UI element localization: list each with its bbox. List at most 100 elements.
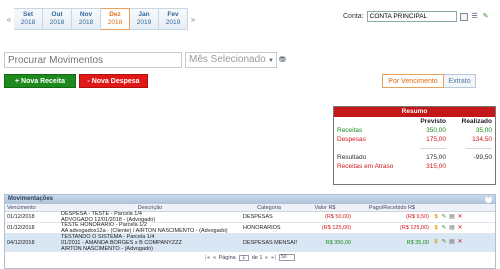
month-filter-select[interactable]: Mês Selecionado ▼ — [185, 52, 277, 68]
row-categoria: HONORÁRIOS — [243, 225, 281, 231]
pay-icon[interactable]: $ — [433, 225, 439, 232]
filter-icon[interactable]: ⛃ — [279, 55, 286, 64]
new-income-button[interactable]: + Nova Receita — [4, 74, 76, 88]
document-icon[interactable]: ▤ — [449, 225, 455, 232]
search-input[interactable] — [4, 52, 182, 68]
col-previsto: Previsto — [420, 118, 446, 125]
new-expense-button[interactable]: - Nova Despesa — [79, 74, 148, 88]
transactions-title: Movimentações ⌃ — [5, 195, 495, 204]
summary-row-resultado: Resultado 175,00 -99,50 — [334, 153, 495, 162]
account-select[interactable]: CONTA PRINCIPAL — [366, 11, 457, 22]
col-vencimento[interactable]: Vencimento — [5, 204, 59, 211]
month-name: Dez — [109, 11, 121, 18]
month-year: 2019 — [136, 19, 152, 26]
pencil-icon[interactable]: ✎ — [482, 13, 490, 21]
account-selector: Conta: CONTA PRINCIPAL ☰ ✎ — [343, 11, 490, 22]
summary-row-receitas: Receitas 350,00 35,00 — [334, 126, 495, 135]
delete-icon[interactable]: ✕ — [457, 225, 463, 232]
month-year: 2018 — [49, 19, 65, 26]
summary-realizado: 134,50 — [472, 136, 492, 143]
summary-label: Receitas — [337, 127, 363, 134]
summary-realizado: -99,50 — [473, 154, 492, 161]
col-descricao[interactable]: Descrição — [59, 204, 241, 211]
delete-icon[interactable]: ✕ — [457, 239, 463, 246]
summary-previsto: 350,00 — [426, 127, 446, 134]
page-size-select[interactable]: 50 — [279, 254, 296, 261]
account-label: Conta: — [343, 13, 364, 20]
row-pago: (R$ 9,50) — [406, 214, 429, 220]
pencil-icon[interactable]: ✎ — [441, 225, 447, 232]
summary-row-atraso: Receitas em Atraso 315,00 — [334, 162, 495, 171]
statement-button[interactable]: Extrato — [444, 74, 476, 88]
month-filter-value: Mês Selecionado — [189, 54, 266, 65]
month-tab-fev-2019[interactable]: Fev 2019 — [159, 8, 188, 30]
row-descricao: TESTE HONORARIO - Parcela 1/2 AA advogad… — [59, 222, 241, 234]
separator-realizado: ------------ — [466, 145, 492, 152]
summary-title: Resumo — [334, 107, 495, 117]
by-due-date-button[interactable]: Por Vencimento — [382, 74, 444, 88]
separator-previsto: ------------ — [420, 145, 446, 152]
month-name: Nov — [79, 11, 93, 18]
summary-row-despesas: Despesas 175,00 134,50 — [334, 135, 495, 144]
summary-realizado — [446, 162, 492, 171]
pay-icon[interactable]: $ — [433, 214, 439, 221]
month-tab-out-2018[interactable]: Out 2018 — [43, 8, 72, 30]
row-vencimento: 04/12/2018 — [7, 239, 35, 246]
summary-label: Receitas em Atraso — [337, 163, 394, 170]
pencil-icon[interactable]: ✎ — [441, 239, 447, 246]
row-pago: (R$ 125,00) — [399, 225, 429, 231]
last-page-icon[interactable]: ▸| — [271, 254, 276, 261]
col-pago[interactable]: Pago/Recebido R$ — [353, 204, 431, 211]
row-actions: $ ✎ ▤ ✕ — [431, 239, 495, 246]
summary-previsto: 315,00 — [426, 163, 446, 170]
row-valor: (R$ 50,00) — [325, 214, 351, 220]
summary-panel: Resumo Previsto Realizado Receitas 350,0… — [333, 106, 496, 185]
summary-label: Despesas — [337, 136, 366, 143]
collapse-icon[interactable]: ⌃ — [485, 196, 492, 203]
delete-icon[interactable]: ✕ — [457, 214, 463, 221]
document-icon[interactable]: ▤ — [449, 239, 455, 246]
row-actions: $ ✎ ▤ ✕ — [431, 214, 495, 221]
month-name: Out — [51, 11, 63, 18]
page-input[interactable]: 1 — [238, 254, 249, 261]
table-row[interactable]: 04/12/2018 TESTANDO O SISTEMA - Parcela … — [5, 234, 495, 252]
month-name: Fev — [167, 11, 179, 18]
summary-separator: ------------ ------------ — [334, 144, 495, 153]
summary-previsto: 175,00 — [426, 154, 446, 161]
month-year: 2018 — [78, 19, 94, 26]
page-label: Página — [218, 254, 236, 261]
prev-page-icon[interactable]: ◂ — [213, 254, 216, 261]
row-actions: $ ✎ ▤ ✕ — [431, 225, 495, 232]
document-icon[interactable] — [459, 12, 468, 21]
row-valor: R$ 350,00 — [325, 239, 351, 246]
pencil-icon[interactable]: ✎ — [441, 214, 447, 221]
col-categoria[interactable]: Categoria — [241, 204, 297, 211]
row-descricao: TESTANDO O SISTEMA - Parcela 1/4 01/2011… — [59, 234, 241, 252]
document-icon[interactable]: ▤ — [449, 214, 455, 221]
month-tab-dez-2018[interactable]: Dez 2018 — [101, 8, 130, 30]
next-page-icon[interactable]: ▸ — [265, 254, 268, 261]
pay-icon[interactable]: $ — [433, 239, 439, 246]
double-chevron-left-icon[interactable]: « — [4, 8, 14, 30]
descricao-line: AIRTON NASCIMENTO - (Advogado) — [61, 245, 153, 252]
month-tab-nov-2018[interactable]: Nov 2018 — [72, 8, 101, 30]
month-tab-jan-2019[interactable]: Jan 2019 — [130, 8, 159, 30]
month-year: 2018 — [20, 19, 36, 26]
month-navigator: « Set 2018 Out 2018 Nov 2018 Dez 2018 Ja… — [4, 8, 198, 30]
row-vencimento: 01/12/2018 — [7, 225, 35, 231]
view-toggle: Por Vencimento Extrato — [382, 74, 476, 88]
table-row[interactable]: 01/12/2018 TESTE HONORARIO - Parcela 1/2… — [5, 222, 495, 234]
summary-previsto: 175,00 — [426, 136, 446, 143]
double-chevron-right-icon[interactable]: » — [188, 8, 198, 30]
col-valor[interactable]: Valor R$ — [297, 204, 353, 211]
summary-label: Resultado — [337, 154, 367, 161]
month-name: Set — [22, 11, 34, 18]
row-pago: R$ 35,00 — [406, 239, 429, 246]
transactions-title-text: Movimentações — [8, 196, 54, 202]
month-tab-set-2018[interactable]: Set 2018 — [14, 8, 43, 30]
col-realizado: Realizado — [461, 118, 492, 125]
row-vencimento: 01/12/2018 — [7, 214, 35, 220]
row-categoria: DESPESAS MENSAIS — [243, 239, 297, 246]
list-icon[interactable]: ☰ — [471, 13, 479, 21]
first-page-icon[interactable]: |◂ — [205, 254, 210, 261]
